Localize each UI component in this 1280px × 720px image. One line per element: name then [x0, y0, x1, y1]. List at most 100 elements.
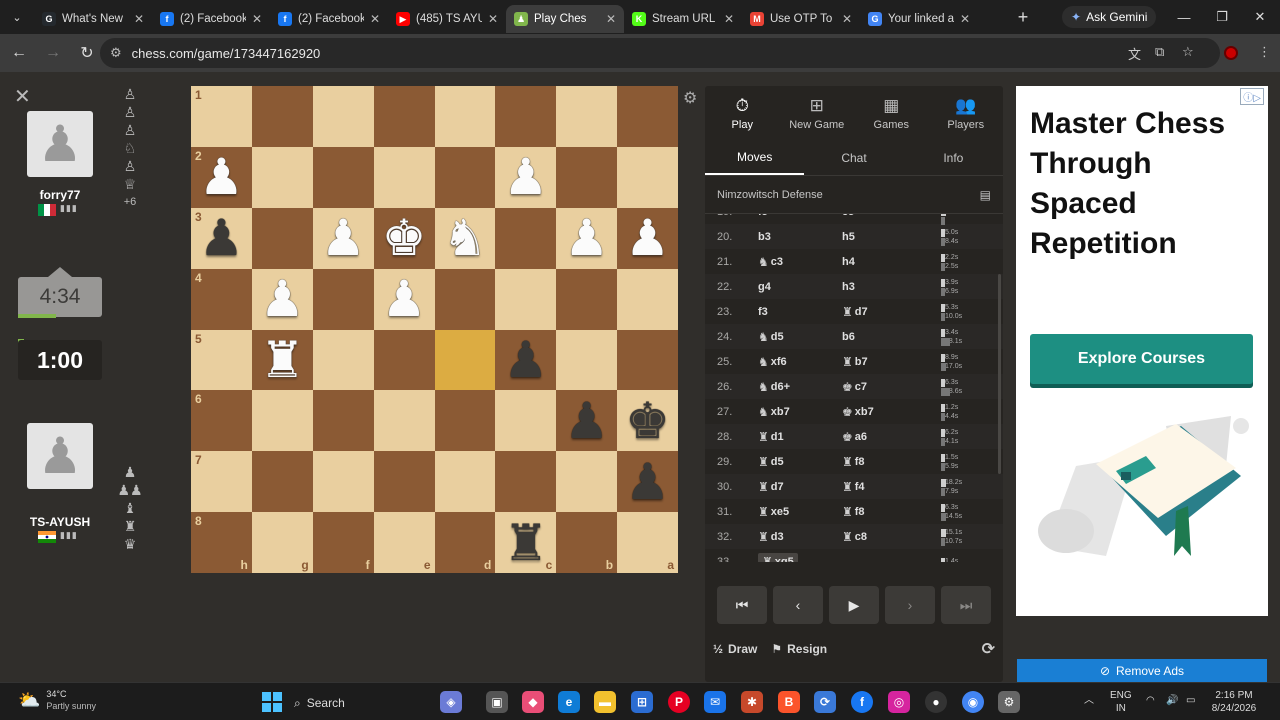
play-button[interactable]: ▶	[829, 586, 879, 624]
black-move[interactable]: h5	[842, 231, 926, 243]
board-square[interactable]	[373, 146, 435, 208]
taskbar-app-copilot[interactable]: ◆	[522, 691, 544, 713]
minimize-button[interactable]: —	[1165, 0, 1203, 34]
nav-new-game[interactable]: ⊞ New Game	[780, 86, 855, 140]
taskbar-app-edge[interactable]: e	[558, 691, 580, 713]
black-move[interactable]: h4	[842, 256, 926, 268]
board-square[interactable]	[556, 451, 618, 513]
white-move[interactable]: ♞ c3	[758, 255, 842, 269]
new-tab-button[interactable]: +	[1009, 7, 1037, 28]
taskbar-app-file-explorer[interactable]: ▬	[594, 691, 616, 713]
white-pawn-icon[interactable]: ♟	[564, 213, 609, 263]
board-square[interactable]	[373, 390, 435, 452]
white-move[interactable]: ♜ d3	[758, 530, 842, 544]
board-square[interactable]: 6	[191, 390, 252, 452]
subtab-chat[interactable]: Chat	[804, 140, 903, 175]
nav-games[interactable]: ▦ Games	[854, 86, 929, 140]
taskbar-app-brave[interactable]: B	[778, 691, 800, 713]
board-square[interactable]	[495, 86, 557, 147]
taskbar-app-instagram[interactable]: ◎	[888, 691, 910, 713]
board-settings-icon[interactable]: ⚙	[683, 88, 697, 108]
board-square[interactable]: g	[251, 512, 313, 573]
board-square[interactable]: b	[556, 512, 618, 573]
clock-date[interactable]: 2:16 PM 8/24/2026	[1206, 689, 1262, 715]
taskbar-app-facebook[interactable]: f	[851, 691, 873, 713]
board-square[interactable]	[556, 329, 618, 391]
board-square[interactable]: f	[312, 512, 374, 573]
explorer-icon[interactable]: ▤	[980, 188, 991, 202]
subtab-info[interactable]: Info	[904, 140, 1003, 175]
browser-tab[interactable]: K Stream URL & ✕	[624, 5, 742, 33]
board-square[interactable]: ♟	[312, 207, 374, 269]
black-move[interactable]: c5	[842, 214, 926, 218]
board-square[interactable]	[251, 390, 313, 452]
tab-search-button[interactable]: ⌄	[0, 0, 34, 34]
black-move[interactable]: b6	[842, 331, 926, 343]
taskbar-app-outlook[interactable]: ✉	[704, 691, 726, 713]
board-square[interactable]	[434, 86, 496, 147]
board-square[interactable]: ♟	[556, 207, 618, 269]
tab-close-icon[interactable]: ✕	[488, 12, 498, 26]
white-move[interactable]: ♞ xb7	[758, 405, 842, 419]
taskbar-app-explorer-view[interactable]: ▣	[486, 691, 508, 713]
white-move[interactable]: ♜ xe5	[758, 505, 842, 519]
opponent-name[interactable]: forry77	[0, 188, 120, 202]
language-indicator[interactable]: ENG IN	[1110, 689, 1132, 715]
white-move[interactable]: ♜ d5	[758, 455, 842, 469]
board-square[interactable]	[495, 207, 557, 269]
black-move[interactable]: ♜ d7	[842, 305, 926, 319]
black-move[interactable]: ♚ c7	[842, 380, 926, 394]
draw-button[interactable]: ½ Draw	[713, 642, 757, 656]
board-square[interactable]	[312, 329, 374, 391]
tab-close-icon[interactable]: ✕	[724, 12, 734, 26]
tab-close-icon[interactable]: ✕	[252, 12, 262, 26]
site-info-icon[interactable]: ⚙	[110, 45, 122, 61]
board-square[interactable]: ♟	[251, 268, 313, 330]
white-move[interactable]: ♜ d7	[758, 480, 842, 494]
black-move[interactable]: ♚ a6	[842, 430, 926, 444]
board-square[interactable]: ♚	[617, 390, 678, 452]
board-square[interactable]	[556, 146, 618, 208]
tray-overflow-icon[interactable]: ︿	[1084, 694, 1094, 707]
board-square[interactable]: ♟	[617, 451, 678, 513]
board-square[interactable]	[434, 390, 496, 452]
black-move[interactable]: ♜ b7	[842, 355, 926, 369]
board-square[interactable]	[251, 146, 313, 208]
black-move[interactable]: h3	[842, 281, 926, 293]
board-square[interactable]	[434, 268, 496, 330]
browser-tab[interactable]: f (2) Facebook ✕	[152, 5, 270, 33]
black-move[interactable]: ♜ f8	[842, 505, 926, 519]
taskbar-app-pinterest[interactable]: P	[668, 691, 690, 713]
board-square[interactable]: ♟	[617, 207, 678, 269]
board-square[interactable]	[312, 451, 374, 513]
white-move[interactable]: f5	[758, 214, 842, 218]
board-square[interactable]	[495, 390, 557, 452]
explore-courses-button[interactable]: Explore Courses	[1030, 334, 1253, 384]
black-pawn-icon[interactable]: ♟	[503, 335, 548, 385]
white-king-icon[interactable]: ♚	[382, 213, 427, 263]
black-pawn-icon[interactable]: ♟	[564, 396, 609, 446]
board-square[interactable]: 3 ♟	[191, 207, 252, 269]
wifi-icon[interactable]: ◠	[1146, 694, 1155, 707]
close-sidebar-icon[interactable]: ✕	[14, 84, 31, 109]
ad-info-icon[interactable]: ⓘ▷	[1240, 88, 1264, 105]
resign-button[interactable]: ⚑ Resign	[771, 642, 827, 656]
chess-board[interactable]: 1 2 ♟ ♟ 3 ♟ ♟ ♚ ♞ ♟ ♟ 4 ♟ ♟ 5 ♜ ♟ 6 ♟ ♚ 7 ♟ 8 h g f e d c ♜ b a	[191, 86, 678, 573]
my-name[interactable]: TS-AYUSH	[0, 515, 120, 529]
board-square[interactable]	[373, 86, 435, 147]
back-button[interactable]: ←	[4, 38, 34, 68]
translate-icon[interactable]: 文	[1128, 44, 1141, 63]
flip-board-icon[interactable]: ⟳	[982, 639, 995, 659]
board-square[interactable]: e	[373, 512, 435, 573]
browser-tab[interactable]: G Your linked a ✕	[860, 5, 978, 33]
white-move[interactable]: f3	[758, 306, 842, 318]
maximize-button[interactable]: ❐	[1203, 0, 1241, 34]
white-move[interactable]: ♜ d1	[758, 430, 842, 444]
tab-close-icon[interactable]: ✕	[960, 12, 970, 26]
browser-tab[interactable]: f (2) Facebook ✕	[270, 5, 388, 33]
bookmark-star-icon[interactable]: ☆	[1182, 44, 1194, 60]
board-square[interactable]	[373, 451, 435, 513]
board-square[interactable]	[434, 451, 496, 513]
last-move-button[interactable]: ⏭	[941, 586, 991, 624]
black-rook-icon[interactable]: ♜	[503, 518, 548, 568]
